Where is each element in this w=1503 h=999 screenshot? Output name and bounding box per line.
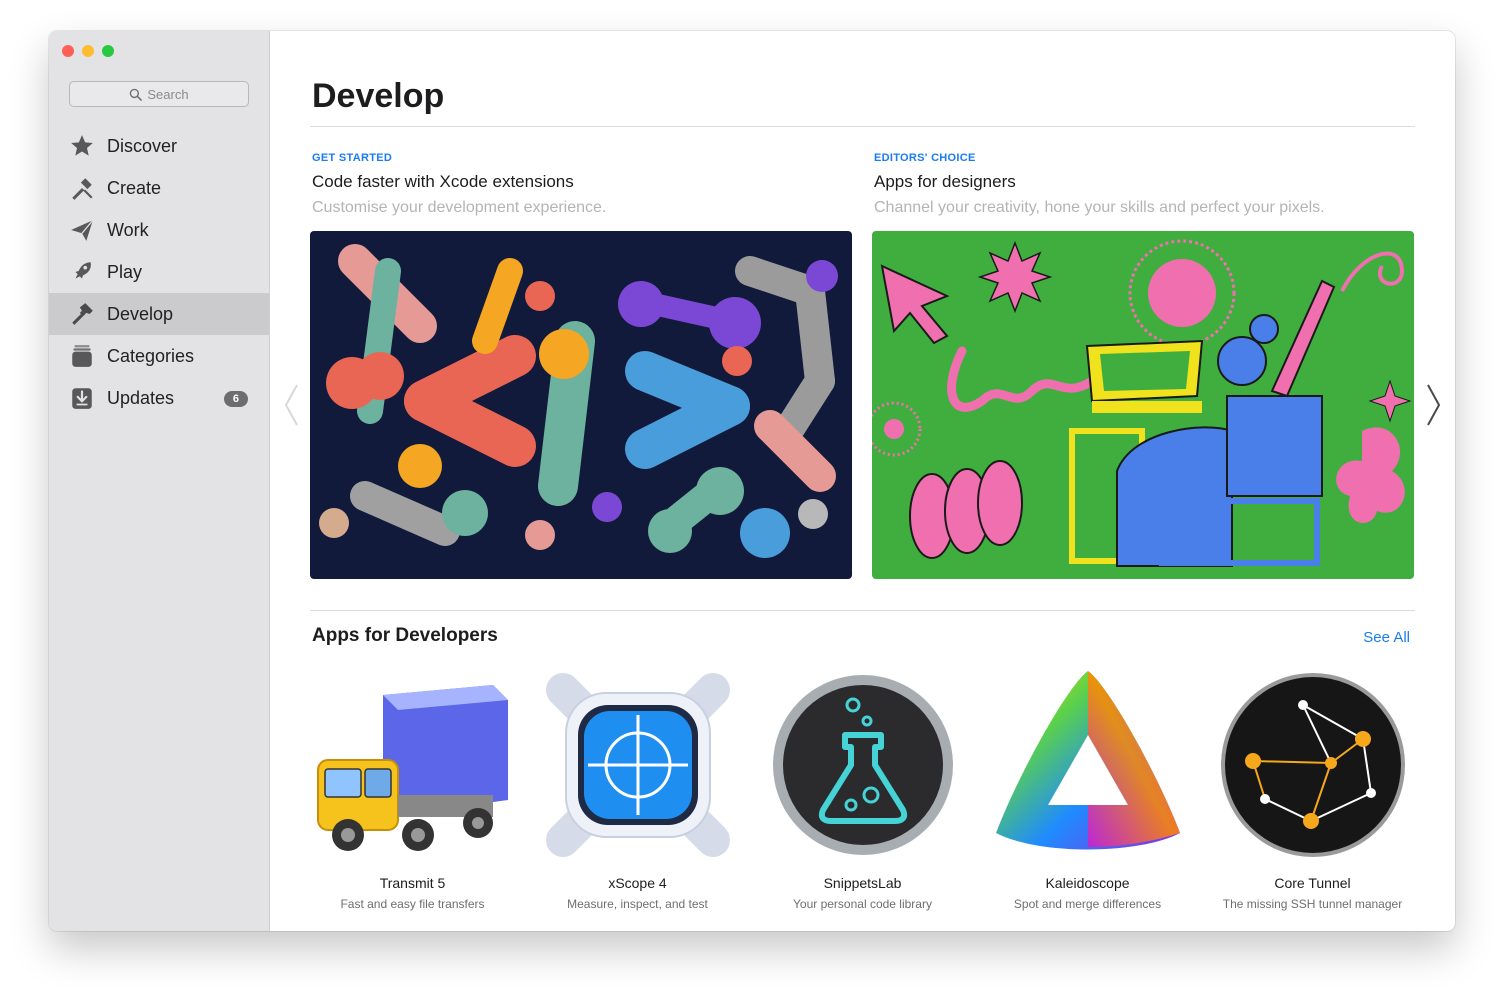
sidebar-nav: Discover Create Work Play Develop Catego…: [49, 125, 269, 419]
constellation-icon: [1213, 665, 1413, 865]
app-description: Spot and merge differences: [1013, 897, 1162, 911]
download-icon: [68, 384, 96, 412]
sidebar-item-play[interactable]: Play: [49, 251, 269, 293]
zoom-button[interactable]: [102, 45, 114, 57]
app-store-window: Search Discover Create Work Play Develop: [49, 31, 1455, 931]
app-description: The missing SSH tunnel manager: [1222, 897, 1403, 911]
search-icon: [130, 88, 143, 101]
traffic-lights: [62, 45, 114, 57]
app-card-core-tunnel[interactable]: Core Tunnel The missing SSH tunnel manag…: [1200, 665, 1425, 911]
feature-card-apps-for-designers[interactable]: EDITORS' CHOICE Apps for designers Chann…: [872, 152, 1414, 579]
sidebar-item-label: Updates: [107, 387, 175, 408]
sidebar: Search Discover Create Work Play Develop: [49, 31, 270, 931]
sidebar-item-label: Play: [107, 261, 143, 282]
close-button[interactable]: [62, 45, 74, 57]
truck-icon: [313, 665, 513, 865]
sidebar-item-work[interactable]: Work: [49, 209, 269, 251]
sidebar-item-categories[interactable]: Categories: [49, 335, 269, 377]
carousel-next-arrow[interactable]: [1423, 381, 1443, 429]
sidebar-item-label: Discover: [107, 135, 178, 156]
sidebar-item-develop[interactable]: Develop: [49, 293, 269, 335]
feature-card-xcode-extensions[interactable]: GET STARTED Code faster with Xcode exten…: [310, 152, 852, 579]
see-all-link[interactable]: See All: [1363, 629, 1410, 646]
title-divider: [310, 126, 1415, 127]
app-name: Kaleidoscope: [1045, 875, 1130, 891]
designer-illustration: [872, 231, 1414, 579]
feature-kicker: GET STARTED: [312, 152, 393, 164]
search-placeholder: Search: [147, 86, 189, 102]
app-card-kaleidoscope[interactable]: Kaleidoscope Spot and merge differences: [975, 665, 1200, 911]
app-description: Measure, inspect, and test: [567, 897, 708, 911]
feature-kicker: EDITORS' CHOICE: [874, 152, 976, 164]
sidebar-item-label: Work: [107, 219, 149, 240]
sidebar-item-create[interactable]: Create: [49, 167, 269, 209]
sidebar-item-discover[interactable]: Discover: [49, 125, 269, 167]
app-card-xscope[interactable]: xScope 4 Measure, inspect, and test: [525, 665, 750, 911]
star-icon: [68, 132, 96, 160]
feature-subtitle: Channel your creativity, hone your skill…: [874, 199, 1325, 216]
hammer-icon: [68, 300, 96, 328]
hammer-brush-icon: [68, 174, 96, 202]
feature-title: Apps for designers: [874, 172, 1016, 191]
main-content: Develop GET STARTED Code faster with Xco…: [270, 31, 1455, 931]
carousel-prev-arrow[interactable]: [282, 381, 302, 429]
app-description: Your personal code library: [793, 897, 932, 911]
sidebar-item-label: Create: [107, 177, 162, 198]
feature-subtitle: Customise your development experience.: [312, 199, 607, 216]
app-name: SnippetsLab: [823, 875, 902, 891]
crosshair-icon: [538, 665, 738, 865]
app-name: Transmit 5: [379, 875, 446, 891]
rocket-icon: [68, 258, 96, 286]
app-name: Core Tunnel: [1274, 875, 1351, 891]
app-description: Fast and easy file transfers: [340, 897, 485, 911]
feature-title: Code faster with Xcode extensions: [312, 172, 574, 191]
prism-icon: [988, 665, 1188, 865]
flask-icon: [763, 665, 963, 865]
updates-count-badge: 6: [223, 391, 248, 407]
sidebar-item-updates[interactable]: Updates 6: [49, 377, 269, 419]
minimize-button[interactable]: [82, 45, 94, 57]
search-input[interactable]: Search: [69, 81, 249, 107]
app-card-transmit[interactable]: Transmit 5 Fast and easy file transfers: [300, 665, 525, 911]
stack-icon: [68, 342, 96, 370]
code-brackets-illustration: [310, 231, 852, 579]
section-title: Apps for Developers: [312, 625, 498, 646]
paper-plane-icon: [68, 216, 96, 244]
sidebar-item-label: Develop: [107, 303, 174, 324]
section-divider: [310, 610, 1415, 611]
page-title: Develop: [312, 77, 445, 115]
sidebar-item-label: Categories: [107, 345, 195, 366]
app-card-snippetslab[interactable]: SnippetsLab Your personal code library: [750, 665, 975, 911]
app-name: xScope 4: [608, 875, 667, 891]
